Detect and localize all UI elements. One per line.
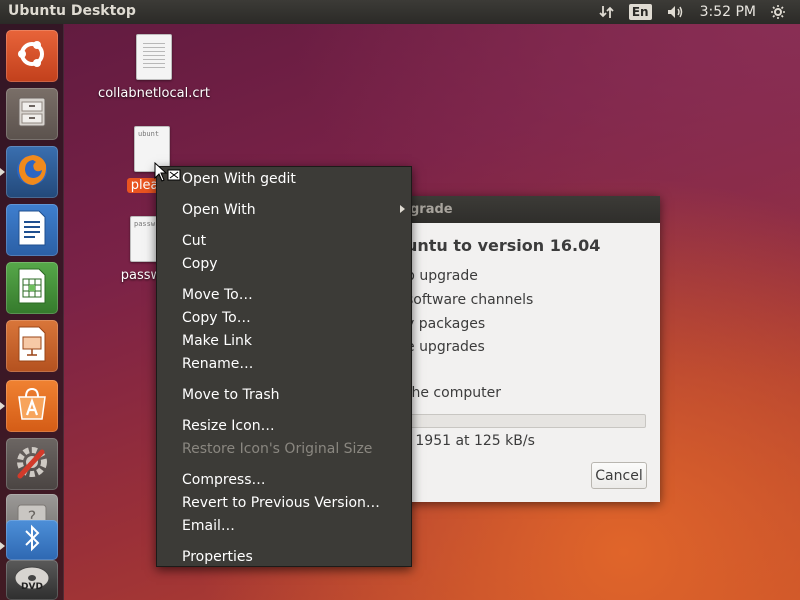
volume-icon[interactable]	[666, 4, 686, 20]
keyboard-language-indicator[interactable]: En	[628, 4, 652, 20]
mouse-cursor-icon	[154, 161, 182, 190]
firefox-icon	[13, 151, 51, 193]
menu-item-email[interactable]: Email…	[182, 517, 235, 535]
network-transfer-icon[interactable]	[599, 4, 615, 20]
launcher-dvd[interactable]: DVD	[6, 560, 58, 600]
power-settings-icon[interactable]	[770, 4, 786, 20]
upgrade-step: y packages	[406, 316, 486, 332]
thumbnail-text: passw	[134, 220, 156, 228]
menu-item-move-to-trash[interactable]: Move to Trash	[182, 386, 280, 404]
menu-item-rename[interactable]: Rename…	[182, 355, 253, 373]
menu-item-make-link[interactable]: Make Link	[182, 332, 252, 350]
dialog-heading: untu to version 16.04	[406, 236, 601, 255]
upgrade-progress-bar	[406, 414, 646, 428]
launcher-firefox[interactable]	[0, 146, 58, 198]
impress-icon	[15, 325, 49, 367]
unity-launcher: ? DVD	[0, 24, 64, 600]
menu-item-restore-icon-size: Restore Icon's Original Size	[182, 441, 373, 457]
software-center-icon	[13, 385, 51, 427]
launcher-files[interactable]	[6, 88, 58, 140]
ubuntu-logo-icon	[14, 36, 50, 76]
upgrade-step: software channels	[406, 292, 534, 308]
launcher-software-center[interactable]	[0, 380, 58, 432]
menu-item-open-with-gedit[interactable]: Open With gedit	[182, 170, 296, 188]
dvd-icon: DVD	[12, 564, 52, 596]
calc-icon	[15, 267, 49, 309]
context-menu: Open With gedit Open With Cut Copy Move …	[156, 166, 412, 567]
window-title: Ubuntu Desktop	[8, 3, 136, 19]
submenu-arrow-icon	[400, 205, 405, 213]
menu-item-open-with[interactable]: Open With	[182, 201, 256, 219]
desktop-file-crt[interactable]: collabnetlocal.crt	[94, 34, 214, 101]
bluetooth-icon	[20, 523, 44, 557]
upgrade-step: the computer	[406, 385, 501, 401]
document-icon	[136, 34, 172, 80]
menu-item-resize-icon[interactable]: Resize Icon…	[182, 417, 275, 435]
menu-item-copy-to[interactable]: Copy To…	[182, 309, 251, 327]
cancel-button[interactable]: Cancel	[591, 462, 647, 489]
thumbnail-text: ubunt	[138, 130, 160, 138]
upgrade-dialog: grade untu to version 16.04 p upgrade so…	[400, 196, 660, 502]
desktop-file-label: collabnetlocal.crt	[98, 86, 210, 101]
menu-item-compress[interactable]: Compress…	[182, 471, 266, 489]
launcher-dash-home[interactable]	[6, 30, 58, 82]
clock[interactable]: 3:52 PM	[700, 4, 756, 20]
menu-item-cut[interactable]: Cut	[182, 232, 206, 250]
settings-icon	[12, 442, 52, 486]
launcher-system-settings[interactable]	[6, 438, 58, 490]
launcher-bluetooth[interactable]	[0, 520, 58, 560]
dialog-title: grade	[410, 202, 453, 217]
launcher-libreoffice-calc[interactable]	[6, 262, 58, 314]
progress-status: f 1951 at 125 kB/s	[406, 433, 535, 449]
launcher-libreoffice-writer[interactable]	[6, 204, 58, 256]
top-panel: Ubuntu Desktop En 3:52 PM	[0, 0, 800, 24]
menu-item-copy[interactable]: Copy	[182, 255, 218, 273]
writer-icon	[15, 209, 49, 251]
menu-item-move-to[interactable]: Move To…	[182, 286, 253, 304]
file-cabinet-icon	[14, 94, 50, 134]
svg-text:DVD: DVD	[21, 582, 43, 592]
upgrade-step: e upgrades	[406, 339, 485, 355]
menu-item-properties[interactable]: Properties	[182, 548, 253, 566]
system-tray: En 3:52 PM	[599, 0, 800, 24]
upgrade-step: p upgrade	[406, 268, 478, 284]
menu-item-revert-version[interactable]: Revert to Previous Version…	[182, 494, 380, 512]
dialog-titlebar: grade	[400, 196, 660, 223]
launcher-libreoffice-impress[interactable]	[6, 320, 58, 372]
